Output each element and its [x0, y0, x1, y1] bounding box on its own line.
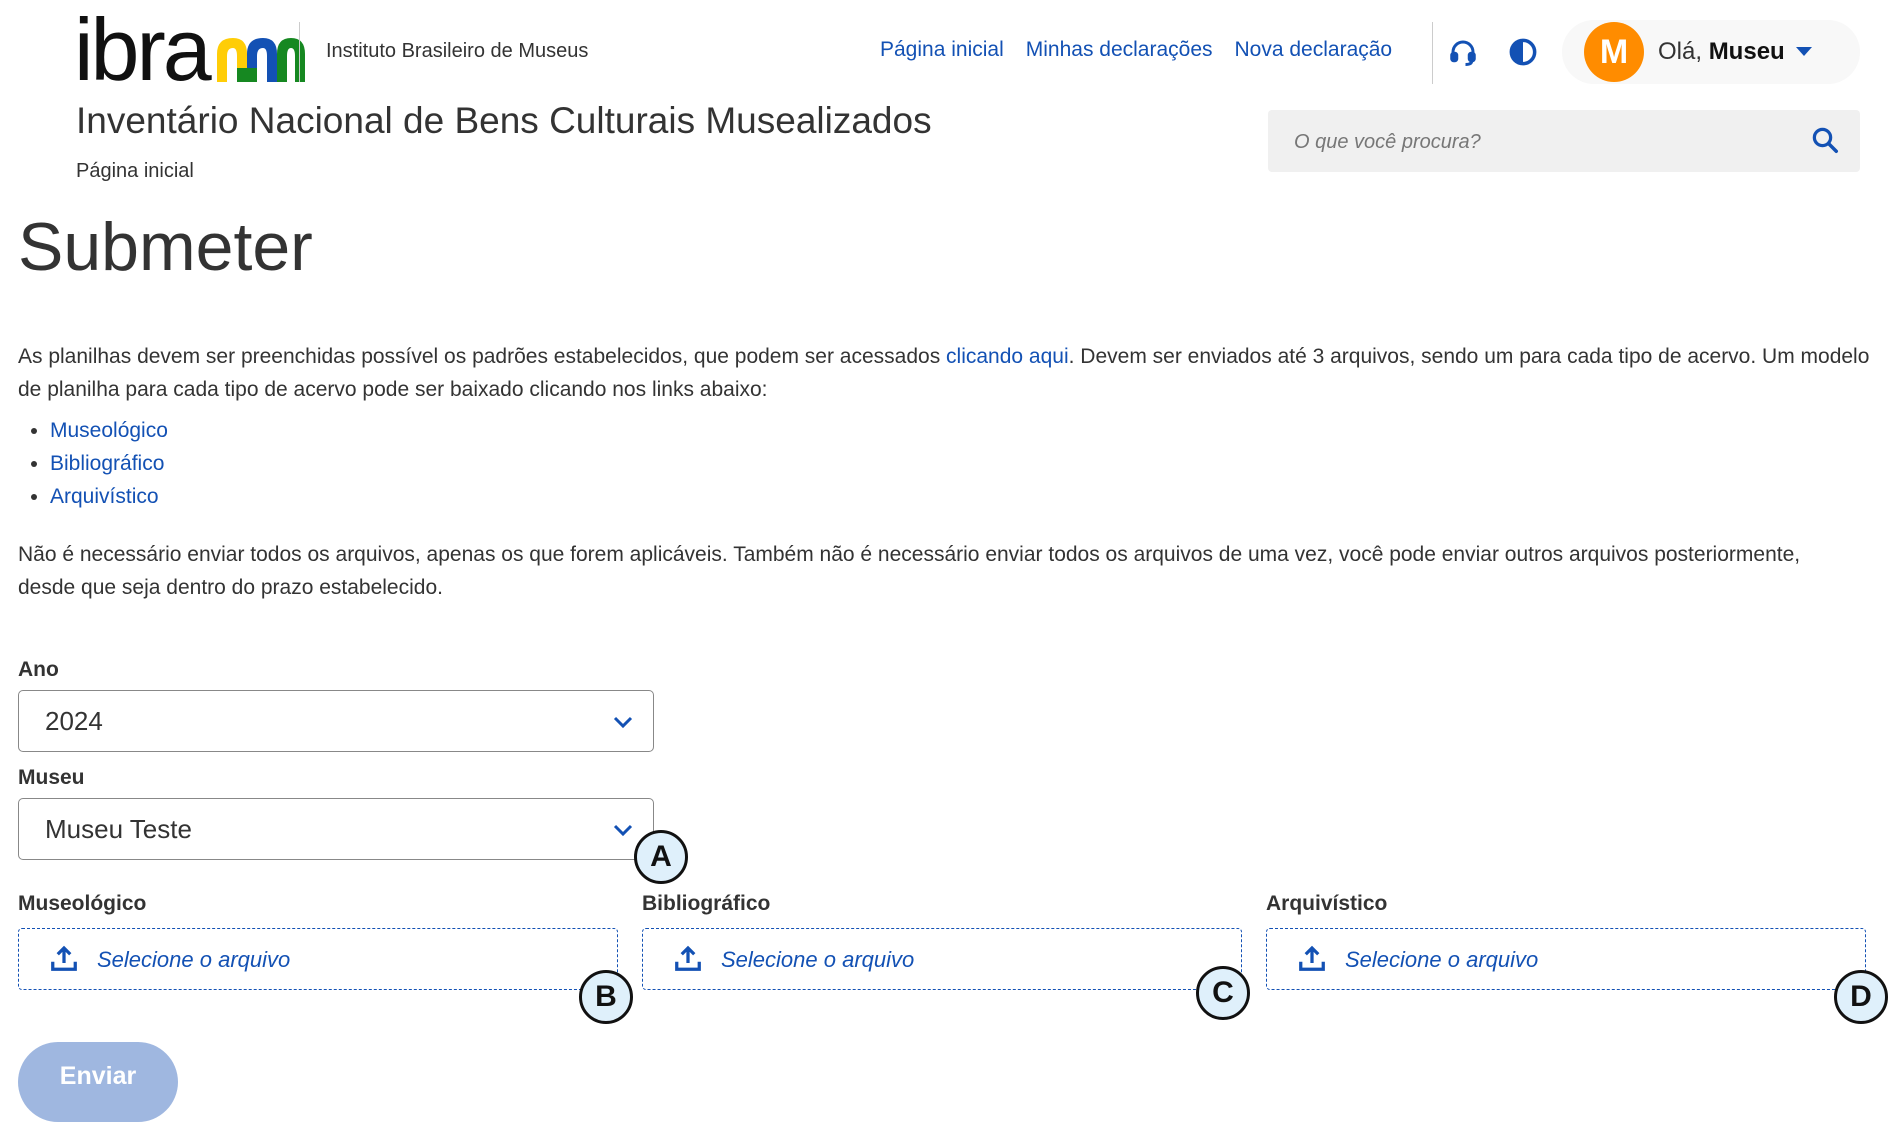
museu-value: Museu Teste — [45, 814, 192, 844]
page-title: Submeter — [18, 209, 313, 285]
standards-link[interactable]: clicando aqui — [946, 345, 1069, 368]
nav-divider — [1432, 22, 1433, 84]
upload-bibliografico-label: Bibliográfico — [642, 892, 771, 915]
institution-name: Instituto Brasileiro de Museus — [326, 40, 589, 62]
chevron-down-icon — [613, 824, 633, 837]
greeting-text: Olá, — [1658, 38, 1703, 65]
upload-bibliografico[interactable]: Selecione o arquivo — [642, 928, 1242, 990]
intro-text-1: As planilhas devem ser preenchidas possí… — [18, 345, 947, 368]
user-menu[interactable]: M Olá, Museu — [1562, 20, 1860, 84]
list-item: Museológico — [50, 414, 168, 447]
chevron-down-icon — [613, 716, 633, 729]
submit-button[interactable]: Enviar — [18, 1042, 178, 1122]
nav-new-declaration[interactable]: Nova declaração — [1235, 38, 1393, 62]
header-divider — [299, 22, 300, 82]
nav-my-declarations[interactable]: Minhas declarações — [1026, 38, 1213, 62]
upload-icon — [51, 945, 77, 971]
note-paragraph: Não é necessário enviar todos os arquivo… — [18, 543, 1801, 599]
download-arquivistico-link[interactable]: Arquivístico — [50, 485, 159, 508]
upload-icon — [675, 945, 701, 971]
museu-label: Museu — [18, 766, 85, 789]
upload-placeholder: Selecione o arquivo — [97, 947, 291, 972]
ibram-logo[interactable]: ibra — [74, 0, 305, 99]
ano-label: Ano — [18, 658, 59, 681]
search-icon[interactable] — [1810, 125, 1840, 155]
upload-museologico[interactable]: Selecione o arquivo — [18, 928, 618, 990]
annotation-badge-b: B — [579, 970, 633, 1024]
top-nav: Página inicial Minhas declarações Nova d… — [880, 38, 1392, 62]
nav-home[interactable]: Página inicial — [880, 38, 1004, 62]
upload-icon — [1299, 945, 1325, 971]
logo-m-mark — [213, 32, 305, 82]
caret-down-icon — [1795, 47, 1812, 56]
list-item: Bibliográfico — [50, 447, 168, 480]
upload-placeholder: Selecione o arquivo — [721, 947, 915, 972]
search-input[interactable] — [1268, 110, 1816, 174]
site-title: Inventário Nacional de Bens Culturais Mu… — [76, 100, 932, 141]
upload-placeholder: Selecione o arquivo — [1345, 947, 1539, 972]
upload-museologico-label: Museológico — [18, 892, 147, 915]
headset-icon[interactable] — [1443, 32, 1483, 72]
user-greeting: Olá, Museu — [1658, 38, 1785, 66]
breadcrumb[interactable]: Página inicial — [76, 160, 194, 183]
intro-paragraph: As planilhas devem ser preenchidas possí… — [18, 340, 1880, 406]
download-list: Museológico Bibliográfico Arquivístico — [18, 414, 168, 513]
upload-arquivistico[interactable]: Selecione o arquivo — [1266, 928, 1866, 990]
museu-select[interactable]: Museu Teste — [18, 798, 654, 860]
ano-value: 2024 — [45, 706, 103, 736]
download-bibliografico-link[interactable]: Bibliográfico — [50, 452, 164, 475]
upload-arquivistico-label: Arquivístico — [1266, 892, 1388, 915]
avatar: M — [1584, 22, 1644, 82]
list-item: Arquivístico — [50, 480, 168, 513]
annotation-badge-d: D — [1834, 970, 1888, 1024]
user-name: Museu — [1708, 38, 1785, 65]
annotation-badge-c: C — [1196, 966, 1250, 1020]
download-museologico-link[interactable]: Museológico — [50, 419, 168, 442]
annotation-badge-a: A — [634, 830, 688, 884]
search-box — [1268, 110, 1860, 174]
ano-select[interactable]: 2024 — [18, 690, 654, 752]
contrast-icon[interactable] — [1503, 32, 1543, 72]
logo-text: ibra — [74, 0, 212, 99]
